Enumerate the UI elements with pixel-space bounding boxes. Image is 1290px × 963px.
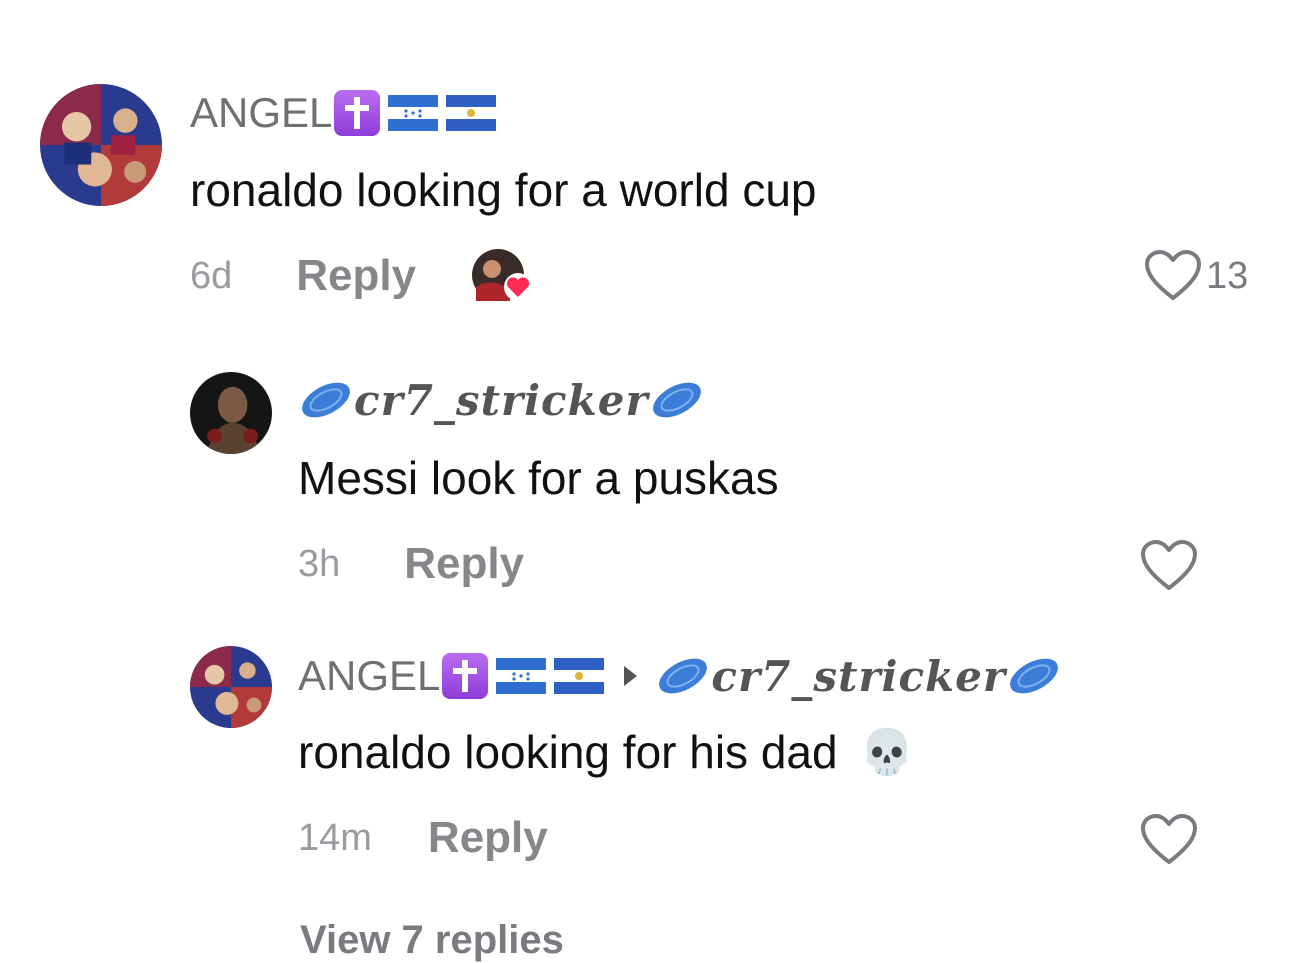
comment-time: 6d bbox=[190, 254, 233, 297]
like-button[interactable] bbox=[1140, 812, 1202, 868]
heart-outline-icon bbox=[1141, 540, 1197, 590]
avatar[interactable] bbox=[190, 372, 272, 454]
username-text: ANGEL bbox=[190, 89, 333, 136]
honduras-flag-icon bbox=[388, 95, 439, 131]
comment-text: ronaldo looking for his dad 💀 bbox=[298, 720, 914, 784]
comment-text: ronaldo looking for a world cup bbox=[190, 164, 817, 216]
reply-to-username[interactable]: cr7_stricker bbox=[711, 652, 1006, 701]
heart-outline-icon bbox=[1141, 814, 1197, 864]
reply-arrow-icon bbox=[624, 666, 638, 686]
heart-outline-icon bbox=[1145, 250, 1201, 300]
comment-username[interactable]: ANGEL cr7_stricker bbox=[298, 650, 1062, 702]
comment-meta: 3h Reply bbox=[298, 536, 524, 592]
blue-disc-icon bbox=[652, 382, 701, 418]
username-text: ANGEL bbox=[298, 652, 441, 699]
view-more-replies-link[interactable]: View 7 replies bbox=[300, 918, 564, 963]
avatar[interactable] bbox=[40, 84, 162, 206]
comment-meta: 14m Reply bbox=[298, 810, 548, 866]
cross-badge-icon bbox=[334, 90, 381, 136]
like-button[interactable] bbox=[1140, 538, 1202, 594]
reply-button[interactable]: Reply bbox=[296, 251, 416, 301]
comment-text-body: ronaldo looking for his dad bbox=[298, 726, 838, 778]
comment-time: 14m bbox=[298, 816, 372, 859]
like-button[interactable]: 13 bbox=[1144, 248, 1248, 304]
reply-button[interactable]: Reply bbox=[428, 813, 548, 863]
blue-disc-icon bbox=[1010, 658, 1058, 694]
comment-time: 3h bbox=[298, 542, 341, 585]
skull-emoji: 💀 bbox=[859, 727, 915, 778]
cross-badge-icon bbox=[442, 653, 489, 699]
honduras-flag-icon bbox=[496, 658, 547, 694]
avatar[interactable] bbox=[190, 646, 272, 728]
comment-username[interactable]: ANGEL bbox=[190, 88, 497, 138]
creator-heart-badge-icon bbox=[470, 247, 533, 305]
like-count: 13 bbox=[1206, 254, 1249, 297]
comment-text: Messi look for a puskas bbox=[298, 452, 779, 504]
reply-button[interactable]: Reply bbox=[404, 539, 524, 589]
comment-username[interactable]: cr7_stricker bbox=[298, 374, 705, 426]
blue-disc-icon bbox=[659, 658, 708, 694]
username-text: cr7_stricker bbox=[354, 375, 649, 425]
el-salvador-flag-icon bbox=[446, 95, 497, 131]
el-salvador-flag-icon bbox=[554, 658, 605, 694]
comment-meta: 6d Reply bbox=[190, 246, 533, 306]
blue-disc-icon bbox=[302, 382, 350, 418]
